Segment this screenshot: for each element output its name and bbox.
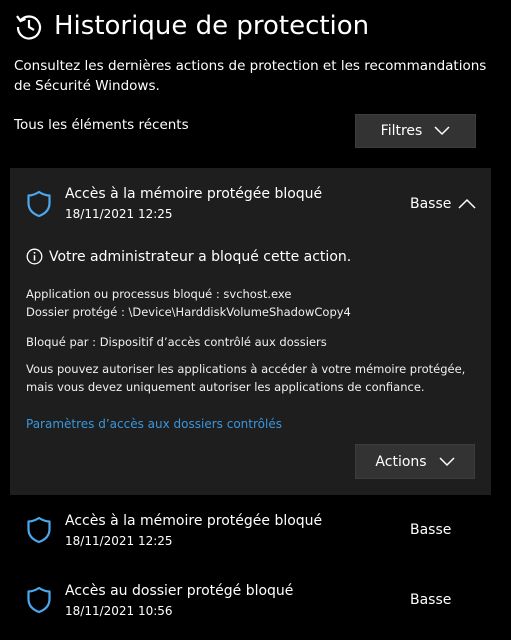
- shield-icon: [27, 586, 51, 614]
- severity-label: Basse: [410, 196, 452, 212]
- event-date: 18/11/2021 12:25: [65, 534, 173, 548]
- controlled-folder-settings-link[interactable]: Paramètres d’accès aux dossiers contrôlé…: [26, 417, 282, 431]
- info-message: Votre administrateur a bloqué cette acti…: [26, 248, 351, 265]
- event-row[interactable]: Accès au dossier protégé bloqué 18/11/20…: [10, 570, 491, 630]
- event-date: 18/11/2021 10:56: [65, 604, 173, 618]
- filters-button[interactable]: Filtres: [355, 114, 476, 148]
- chevron-down-icon: [439, 456, 455, 466]
- actions-button-label: Actions: [375, 453, 427, 470]
- event-title: Accès au dossier protégé bloqué: [65, 583, 294, 599]
- history-icon: [16, 15, 42, 40]
- info-icon: [26, 248, 43, 265]
- blocked-process: Application ou processus bloqué : svchos…: [26, 287, 292, 301]
- chevron-up-icon[interactable]: [458, 198, 476, 209]
- expanded-event-card: Accès à la mémoire protégée bloqué 18/11…: [10, 168, 491, 495]
- shield-icon: [27, 190, 51, 218]
- chevron-down-icon: [434, 126, 450, 136]
- page-title: Historique de protection: [54, 11, 370, 41]
- actions-button[interactable]: Actions: [355, 444, 475, 479]
- filters-button-label: Filtres: [380, 123, 423, 139]
- description-line-2: mais vous devez uniquement autoriser les…: [26, 380, 425, 394]
- severity-label: Basse: [410, 522, 452, 538]
- event-title: Accès à la mémoire protégée bloqué: [65, 513, 323, 529]
- event-title: Accès à la mémoire protégée bloqué: [65, 186, 323, 202]
- blocked-by: Bloqué par : Dispositif d’accès contrôlé…: [26, 335, 327, 349]
- severity-label: Basse: [410, 592, 452, 608]
- recent-items-label: Tous les éléments récents: [14, 117, 189, 133]
- shield-icon: [27, 516, 51, 544]
- event-row[interactable]: Accès à la mémoire protégée bloqué 18/11…: [10, 500, 491, 560]
- info-text: Votre administrateur a bloqué cette acti…: [49, 248, 352, 265]
- page-header: Historique de protection: [14, 6, 369, 46]
- description-line-1: Vous pouvez autoriser les applications à…: [26, 362, 466, 376]
- page-subtitle: Consultez les dernières actions de prote…: [14, 58, 487, 94]
- event-date: 18/11/2021 12:25: [65, 207, 173, 221]
- protected-folder: Dossier protégé : \Device\HarddiskVolume…: [26, 305, 351, 319]
